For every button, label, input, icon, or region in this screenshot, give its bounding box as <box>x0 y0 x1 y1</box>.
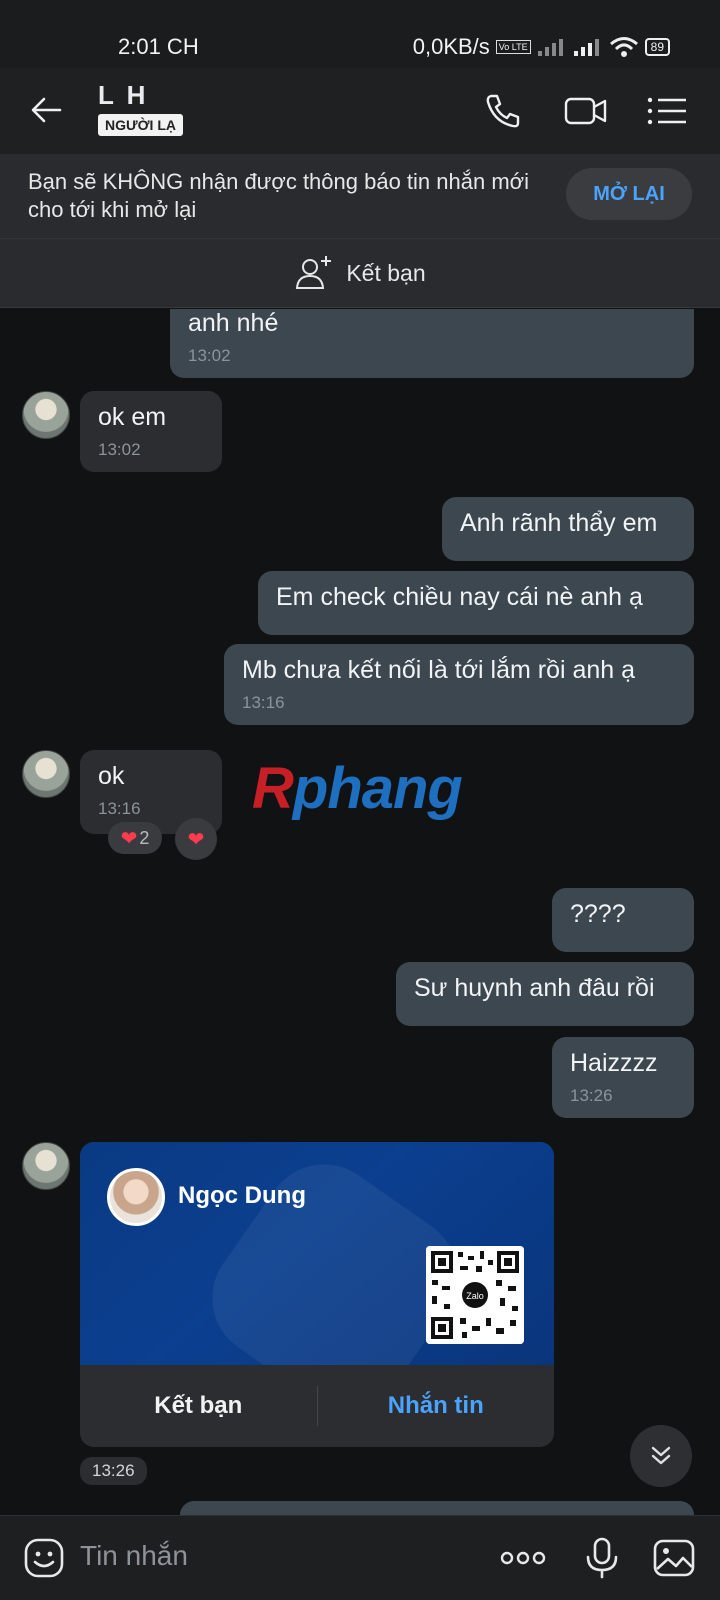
message-text: Anh rãnh thẩy em <box>460 509 658 537</box>
card-message-button[interactable]: Nhắn tin <box>318 1392 555 1420</box>
volte-icon: Vo LTE <box>495 40 531 54</box>
scroll-to-bottom-button[interactable] <box>630 1425 692 1487</box>
reaction-count-badge[interactable]: ❤ 2 <box>108 822 162 854</box>
message-input-bar: Tin nhắn <box>0 1515 720 1600</box>
message-text: ok <box>98 762 125 790</box>
card-add-friend-button[interactable]: Kết bạn <box>80 1392 317 1420</box>
reaction-count: 2 <box>139 827 150 848</box>
message-time: 13:16 <box>98 799 141 818</box>
chevron-double-down-icon <box>651 1446 671 1465</box>
signal-icon-2 <box>573 39 599 56</box>
card-contact-name: Ngọc Dung <box>178 1182 306 1209</box>
status-icons: 0,0KB/s Vo LTE 89 <box>413 34 670 60</box>
contact-card-header: Ngọc Dung Zalo <box>80 1142 554 1365</box>
message-text: Mb chưa kết nối là tới lắm rồi anh ạ <box>242 656 636 684</box>
status-bar: 2:01 CH 0,0KB/s Vo LTE 89 <box>0 0 720 68</box>
contact-avatar[interactable] <box>22 1142 70 1190</box>
signal-icon <box>537 39 563 56</box>
battery-icon: 89 <box>644 38 670 56</box>
stranger-badge: NGƯỜI LẠ <box>98 114 183 136</box>
more-icon[interactable] <box>498 1536 548 1580</box>
contact-card[interactable]: Ngọc Dung Zalo Kết bạn Nhắn tin <box>80 1142 554 1447</box>
message-text: Sư huynh anh đâu rồi <box>414 974 655 1002</box>
message-bubble[interactable]: anh nhé 13:02 <box>170 309 694 378</box>
message-bubble[interactable]: Haizzzz 13:26 <box>552 1037 694 1118</box>
message-bubble[interactable]: ???? <box>552 888 694 952</box>
phone-icon[interactable] <box>482 90 524 132</box>
message-bubble-partial[interactable] <box>180 1501 694 1515</box>
mute-notice: Bạn sẽ KHÔNG nhận được thông báo tin nhắ… <box>0 154 720 238</box>
add-friend-bar[interactable]: Kết bạn <box>0 238 720 308</box>
message-text: Em check chiều nay cái nè anh ạ <box>276 583 643 611</box>
emoji-icon[interactable] <box>22 1536 66 1580</box>
message-text: ???? <box>570 900 626 928</box>
message-time: 13:02 <box>188 346 231 365</box>
message-text: ok em <box>98 403 167 431</box>
contact-avatar[interactable] <box>22 750 70 798</box>
message-bubble[interactable]: Sư huynh anh đâu rồi <box>396 962 694 1026</box>
watermark-logo: Rphang <box>252 756 463 821</box>
wifi-icon <box>609 37 638 57</box>
add-user-icon <box>296 256 332 289</box>
message-time: 13:02 <box>98 440 141 459</box>
chat-header: L H NGƯỜI LẠ <box>0 68 720 154</box>
contact-card-actions: Kết bạn Nhắn tin <box>80 1365 554 1447</box>
card-avatar[interactable] <box>107 1168 165 1226</box>
message-bubble[interactable]: Anh rãnh thẩy em <box>442 497 694 561</box>
image-icon[interactable] <box>652 1536 696 1580</box>
back-arrow-icon[interactable] <box>28 92 64 128</box>
card-time: 13:26 <box>80 1457 147 1485</box>
add-friend-label: Kết bạn <box>346 259 426 286</box>
menu-list-icon[interactable] <box>644 90 690 132</box>
video-call-icon[interactable] <box>563 90 609 132</box>
message-text: Haizzzz <box>570 1049 658 1077</box>
mute-notice-text: Bạn sẽ KHÔNG nhận được thông báo tin nhắ… <box>28 169 529 222</box>
add-reaction-button[interactable]: ❤ <box>175 818 217 860</box>
reopen-button[interactable]: MỞ LẠI <box>566 168 692 220</box>
message-bubble[interactable]: Em check chiều nay cái nè anh ạ <box>258 571 694 635</box>
contact-avatar[interactable] <box>22 391 70 439</box>
message-time: 13:16 <box>242 693 285 712</box>
network-speed: 0,0KB/s <box>412 34 490 59</box>
contact-name[interactable]: L H <box>98 80 148 111</box>
message-time: 13:26 <box>570 1086 613 1105</box>
chat-messages[interactable]: anh nhé 13:02 ok em 13:02 Anh rãnh thẩy … <box>0 309 720 1515</box>
message-bubble[interactable]: ok em 13:02 <box>80 391 222 472</box>
heart-icon: ❤ <box>187 828 205 851</box>
microphone-icon[interactable] <box>580 1536 624 1580</box>
qr-logo-label: Zalo <box>466 1291 484 1301</box>
message-input[interactable]: Tin nhắn <box>80 1540 188 1572</box>
heart-icon: ❤ <box>120 827 138 850</box>
message-text: anh nhé <box>188 309 279 337</box>
message-bubble[interactable]: Mb chưa kết nối là tới lắm rồi anh ạ 13:… <box>224 644 694 725</box>
status-time: 2:01 CH <box>118 34 199 59</box>
qr-code-icon: Zalo <box>426 1246 524 1344</box>
